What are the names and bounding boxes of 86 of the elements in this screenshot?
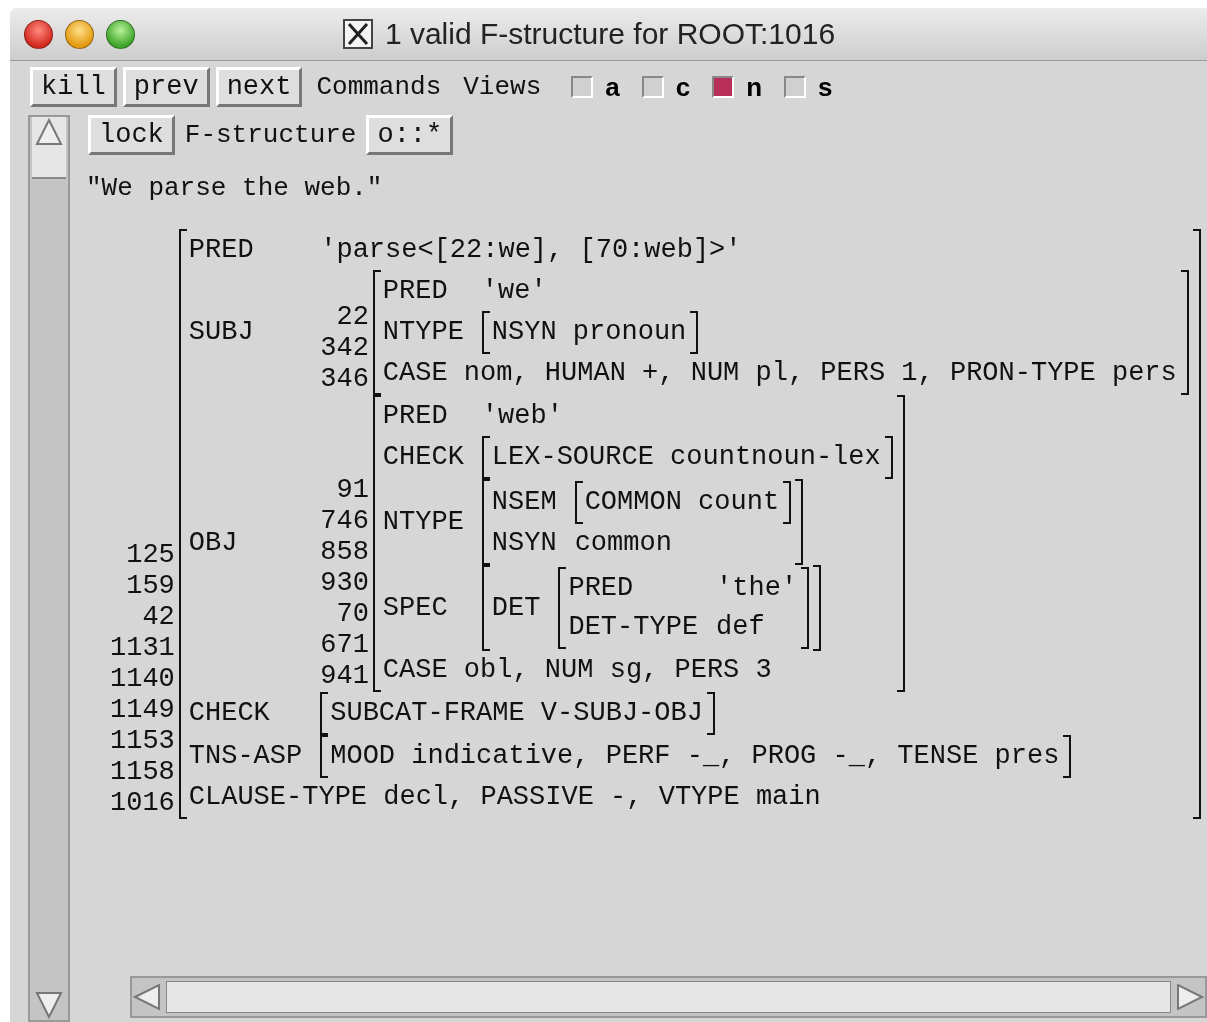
bracket — [1063, 735, 1072, 778]
scroll-left-icon[interactable] — [132, 982, 162, 1012]
attribute-value: 'web' — [481, 400, 564, 433]
node-id: 42 — [142, 602, 175, 633]
toolbar-button[interactable]: kill — [30, 67, 117, 107]
node-id: 858 — [320, 537, 369, 568]
attribute-name: TNS-ASP — [188, 740, 303, 773]
attribute-name: PRED — [188, 234, 255, 267]
filter-button[interactable]: o::* — [366, 115, 454, 155]
attribute-name: OBJ — [188, 527, 239, 560]
attribute-value: def — [716, 611, 766, 644]
bracket — [320, 735, 329, 778]
close-button[interactable] — [24, 19, 53, 49]
feature-list: CASE obl, NUM sg, PERS 3 — [382, 651, 893, 690]
bracket — [884, 436, 893, 479]
attribute-name: DET-TYPE — [568, 611, 699, 644]
scroll-down-icon[interactable] — [34, 990, 64, 1020]
checkbox-label: a — [605, 71, 620, 103]
attribute-name: DET — [491, 591, 541, 625]
node-id: 671 — [320, 630, 369, 661]
attribute-name: CHECK — [188, 697, 271, 730]
scroll-right-icon[interactable] — [1175, 982, 1205, 1012]
bracket — [706, 692, 715, 735]
feature-list: CLAUSE-TYPE decl, PASSIVE -, VTYPE main — [188, 778, 1189, 817]
view-checkbox[interactable] — [571, 76, 594, 98]
zoom-button[interactable] — [106, 19, 135, 49]
node-id: 70 — [336, 599, 369, 630]
node-id: 1016 — [110, 788, 175, 819]
node-id: 22 — [336, 302, 369, 333]
feature-list: SUBCAT-FRAME V-SUBJ-OBJ — [330, 694, 703, 733]
node-id: 930 — [320, 568, 369, 599]
attribute-name: SUBJ — [188, 316, 255, 349]
lock-button[interactable]: lock — [88, 115, 175, 155]
node-id: 746 — [320, 506, 369, 537]
node-id: 941 — [320, 661, 369, 692]
toolbar-button[interactable]: next — [215, 67, 303, 107]
feature-list: MOOD indicative, PERF -_, PROG -_, TENSE pres — [330, 737, 1060, 776]
attribute-name: SPEC — [382, 591, 449, 625]
window-title: 1 valid F-structure for ROOT:1016 — [384, 17, 836, 51]
horizontal-scrollbar[interactable] — [130, 976, 1207, 1018]
feature-list: COMMON count — [584, 483, 780, 522]
node-id: 91 — [336, 475, 369, 506]
attribute-value: common — [574, 527, 673, 560]
attribute-name: NTYPE — [382, 316, 464, 349]
attribute-name: PRED — [568, 572, 635, 605]
vertical-scrollbar[interactable] — [28, 115, 70, 1022]
node-id: 1158 — [110, 757, 175, 788]
node-id: 1149 — [110, 695, 175, 726]
attribute-value: 'parse<[22:we], [70:web]>' — [320, 234, 743, 267]
attribute-name: NSYN — [491, 527, 557, 560]
node-id: 159 — [126, 571, 175, 602]
checkbox-label: n — [746, 71, 763, 103]
bracket — [690, 311, 699, 354]
feature-list: NSYN pronoun — [491, 313, 687, 352]
scroll-up-icon[interactable] — [34, 117, 64, 147]
feature-list: CASE nom, HUMAN +, NUM pl, PERS 1, PRON-TYPE pers — [382, 354, 1177, 393]
view-checkbox[interactable] — [712, 76, 735, 98]
checkbox-label: c — [675, 71, 691, 103]
node-id: 1153 — [110, 726, 175, 757]
attribute-value: 'we' — [481, 275, 548, 308]
bracket — [574, 481, 583, 524]
node-id: 346 — [320, 364, 369, 395]
menu-item[interactable]: Views — [455, 72, 550, 102]
x-window-icon — [342, 19, 373, 49]
view-checkbox[interactable] — [641, 76, 664, 98]
bracket — [783, 481, 792, 524]
minimize-button[interactable] — [65, 19, 94, 49]
attribute-name: NSEM — [491, 486, 557, 519]
toolbar-button[interactable]: prev — [122, 67, 210, 107]
node-id: 342 — [320, 333, 369, 364]
attribute-name: PRED — [382, 400, 449, 433]
view-checkbox[interactable] — [784, 76, 807, 98]
menu-item[interactable]: Commands — [308, 72, 450, 102]
attribute-name: NTYPE — [382, 505, 464, 539]
attribute-value: 'the' — [716, 572, 798, 605]
node-id: 1140 — [110, 664, 175, 695]
node-id: 125 — [126, 540, 175, 571]
feature-list: LEX-SOURCE countnoun-lex — [491, 438, 881, 477]
attribute-name: PRED — [382, 275, 449, 308]
panel-label: F-structure — [184, 120, 357, 150]
bracket — [320, 692, 329, 735]
node-id: 1131 — [110, 633, 175, 664]
checkbox-label: s — [818, 71, 833, 103]
attribute-name: CHECK — [382, 441, 464, 474]
bracket — [481, 311, 490, 354]
sentence-text: "We parse the web." — [85, 172, 384, 205]
